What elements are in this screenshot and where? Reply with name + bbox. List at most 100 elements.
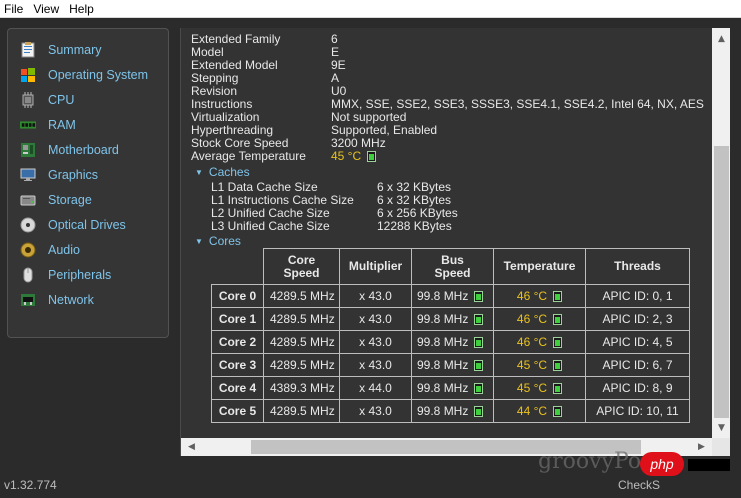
core-multiplier: x 43.0	[339, 284, 412, 308]
core-threads: APIC ID: 6, 7	[585, 353, 690, 377]
scroll-right-arrow-icon[interactable]: ▶	[693, 438, 710, 456]
sidebar-item-label: Operating System	[48, 68, 149, 82]
core-multiplier: x 43.0	[339, 399, 412, 423]
status-indicator-icon	[474, 291, 484, 303]
table-row: Core 4 4389.3 MHz x 44.0 99.8 MHz 45 °C …	[211, 376, 690, 400]
cores-section-toggle[interactable]: ▼ Cores	[195, 234, 241, 248]
header-line: Speed	[283, 265, 320, 280]
thermometer-icon	[367, 151, 377, 163]
core-speed: 4289.5 MHz	[263, 353, 340, 377]
core-speed: 4289.5 MHz	[263, 307, 340, 331]
chevron-down-icon: ▼	[195, 167, 203, 177]
column-header-temperature: Temperature	[493, 248, 586, 285]
menu-help[interactable]: Help	[65, 0, 100, 18]
sidebar-item-summary[interactable]: Summary	[20, 40, 101, 60]
core-temperature: 45 °C	[516, 358, 548, 372]
core-temperature-cell: 46 °C	[493, 307, 586, 331]
bus-speed-cell: 99.8 MHz	[411, 284, 494, 308]
sidebar-item-cpu[interactable]: CPU	[20, 90, 74, 110]
column-header-core-speed: Core Speed	[263, 248, 340, 285]
sidebar: Summary Operating System CPU RAM Motherb…	[7, 28, 169, 338]
cache-key: L1 Data Cache Size	[211, 180, 318, 194]
status-indicator-icon	[474, 360, 484, 372]
core-threads: APIC ID: 4, 5	[585, 330, 690, 354]
sidebar-item-label: Motherboard	[48, 143, 119, 157]
cache-key: L3 Unified Cache Size	[211, 219, 330, 233]
core-speed: 4289.5 MHz	[263, 330, 340, 354]
detail-key: Average Temperature	[191, 149, 306, 163]
cpu-details-panel: Extended Family 6 Model E Extended Model…	[180, 28, 730, 456]
table-row: Core 3 4289.5 MHz x 43.0 99.8 MHz 45 °C …	[211, 353, 690, 377]
core-name: Core 3	[211, 353, 264, 377]
table-header-blank	[211, 248, 264, 285]
bus-speed-cell: 99.8 MHz	[411, 399, 494, 423]
core-temperature-cell: 46 °C	[493, 284, 586, 308]
core-temperature: 46 °C	[516, 289, 548, 303]
core-threads: APIC ID: 0, 1	[585, 284, 690, 308]
core-temperature: 46 °C	[516, 312, 548, 326]
menu-view[interactable]: View	[29, 0, 65, 18]
hard-drive-icon	[20, 192, 36, 208]
cpu-icon	[20, 92, 36, 108]
details-content: Extended Family 6 Model E Extended Model…	[181, 28, 712, 438]
table-header-row: Core Speed Multiplier Bus Speed Temperatur…	[211, 248, 690, 285]
core-temperature: 45 °C	[516, 381, 548, 395]
cache-value: 6 x 32 KBytes	[377, 193, 452, 207]
sidebar-item-motherboard[interactable]: Motherboard	[20, 140, 119, 160]
thermometer-icon	[553, 360, 563, 372]
windows-icon	[20, 67, 36, 83]
footer-watermark-text: CheckS	[618, 478, 661, 492]
table-row: Core 0 4289.5 MHz x 43.0 99.8 MHz 46 °C …	[211, 284, 690, 308]
bus-speed: 99.8 MHz	[417, 381, 469, 395]
sidebar-item-ram[interactable]: RAM	[20, 115, 76, 135]
core-temperature-cell: 46 °C	[493, 330, 586, 354]
scroll-up-arrow-icon[interactable]: ▲	[712, 30, 730, 47]
core-multiplier: x 44.0	[339, 376, 412, 400]
thermometer-icon	[553, 337, 563, 349]
sidebar-item-storage[interactable]: Storage	[20, 190, 92, 210]
sidebar-item-operating-system[interactable]: Operating System	[20, 65, 148, 85]
core-name: Core 4	[211, 376, 264, 400]
column-header-bus-speed: Bus Speed	[411, 248, 494, 285]
ram-icon	[20, 117, 36, 133]
vertical-scrollbar[interactable]: ▲ ▼	[712, 28, 730, 438]
scrollbar-corner	[712, 438, 730, 456]
header-line: Core	[287, 252, 316, 267]
sidebar-item-optical-drives[interactable]: Optical Drives	[20, 215, 126, 235]
bus-speed-cell: 99.8 MHz	[411, 330, 494, 354]
status-indicator-icon	[474, 406, 484, 418]
disc-icon	[20, 217, 36, 233]
sidebar-item-audio[interactable]: Audio	[20, 240, 80, 260]
sidebar-item-label: Optical Drives	[48, 218, 126, 232]
sidebar-item-graphics[interactable]: Graphics	[20, 165, 98, 185]
core-name: Core 2	[211, 330, 264, 354]
thermometer-icon	[553, 383, 563, 395]
core-speed: 4289.5 MHz	[263, 284, 340, 308]
table-row: Core 2 4289.5 MHz x 43.0 99.8 MHz 46 °C …	[211, 330, 690, 354]
speaker-icon	[20, 242, 36, 258]
vertical-scrollbar-thumb[interactable]	[714, 146, 729, 418]
watermark-block	[688, 459, 730, 471]
status-indicator-icon	[474, 383, 484, 395]
cache-value: 6 x 256 KBytes	[377, 206, 458, 220]
sidebar-item-network[interactable]: Network	[20, 290, 94, 310]
core-name: Core 0	[211, 284, 264, 308]
sidebar-item-label: CPU	[48, 93, 75, 107]
core-temperature-cell: 45 °C	[493, 376, 586, 400]
php-badge: php	[640, 452, 684, 476]
cache-key: L2 Unified Cache Size	[211, 206, 330, 220]
thermometer-icon	[553, 314, 563, 326]
core-threads: APIC ID: 10, 11	[585, 399, 690, 423]
sidebar-item-peripherals[interactable]: Peripherals	[20, 265, 111, 285]
cores-heading: Cores	[208, 234, 241, 248]
sidebar-item-label: Graphics	[48, 168, 99, 182]
motherboard-icon	[20, 142, 36, 158]
menu-file[interactable]: File	[0, 0, 29, 18]
column-header-multiplier: Multiplier	[339, 248, 412, 285]
scroll-left-arrow-icon[interactable]: ◀	[183, 438, 200, 456]
caches-section-toggle[interactable]: ▼ Caches	[195, 165, 250, 179]
core-temperature: 46 °C	[516, 335, 548, 349]
thermometer-icon	[553, 291, 563, 303]
scroll-down-arrow-icon[interactable]: ▼	[712, 419, 730, 436]
sidebar-item-label: Summary	[48, 43, 102, 57]
